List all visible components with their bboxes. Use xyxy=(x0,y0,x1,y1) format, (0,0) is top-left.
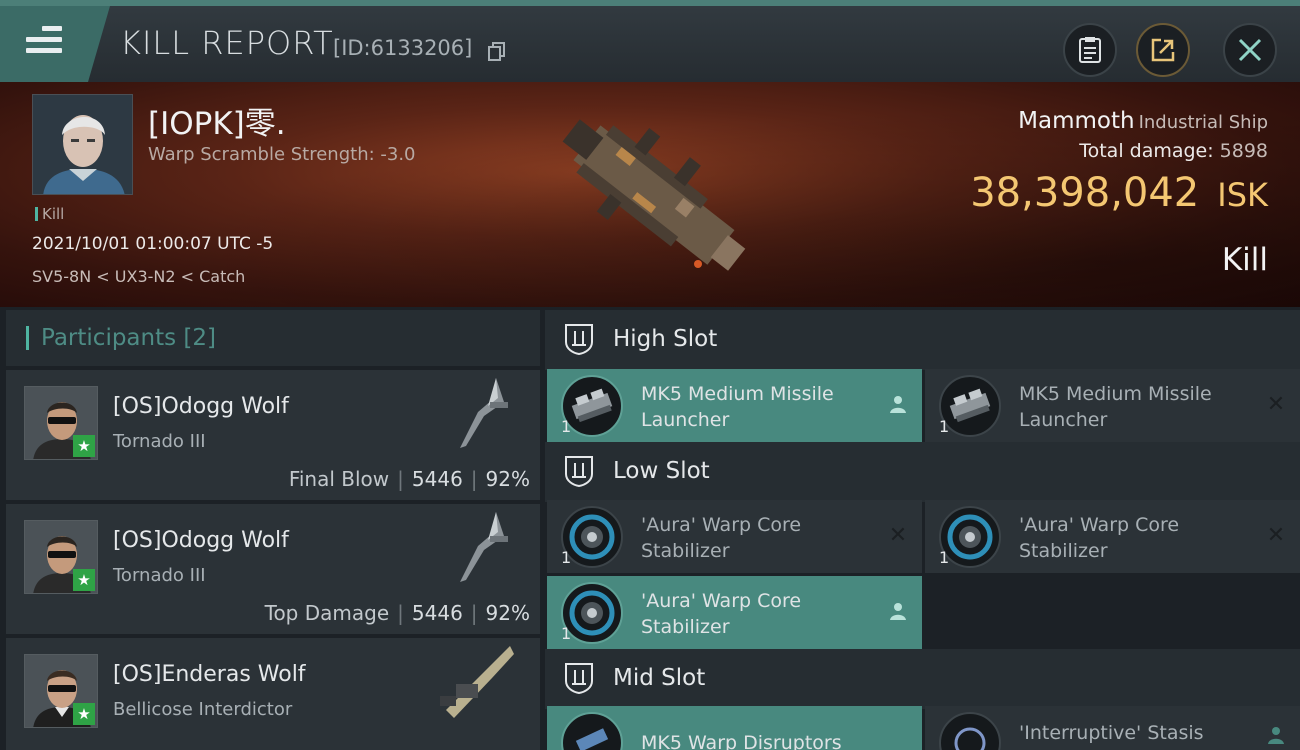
participant-ship: Tornado III xyxy=(113,431,206,452)
participant-row[interactable]: ★ [OS]Odogg Wolf Tornado III Final Blow |… xyxy=(6,366,540,500)
person-icon xyxy=(888,602,908,622)
participant-avatar: ★ xyxy=(24,654,98,728)
low-slot-label: Low Slot xyxy=(613,458,710,484)
participant-ship-image xyxy=(440,646,514,718)
participant-role: Final Blow xyxy=(288,467,390,491)
module-item[interactable]: 'Interruptive' Stasis xyxy=(925,706,1300,750)
star-badge-icon: ★ xyxy=(73,569,95,591)
module-item[interactable]: MK5 Warp Disruptors xyxy=(547,706,922,750)
module-item[interactable]: 1 'Aura' Warp Core Stabilizer ✕ xyxy=(925,500,1300,573)
participant-percent: 92% xyxy=(485,601,530,625)
clipboard-icon xyxy=(1079,37,1101,63)
pilot-avatar-icon xyxy=(33,95,132,194)
mid-slot-header: Mid Slot xyxy=(545,649,1300,709)
result-label: Kill xyxy=(1221,242,1268,278)
star-badge-icon: ★ xyxy=(73,435,95,457)
participant-row[interactable]: ★ [OS]Enderas Wolf Bellicose Interdictor xyxy=(6,634,540,750)
share-button[interactable] xyxy=(1136,23,1190,77)
module-name: MK5 Medium Missile Launcher xyxy=(641,383,834,431)
module-item[interactable]: 1 MK5 Medium Missile Launcher xyxy=(547,369,922,442)
participant-damage: 5446 xyxy=(411,601,463,625)
participant-damage: 5446 xyxy=(411,467,463,491)
kill-summary-banner: [IOPK]零. Warp Scramble Strength: -3.0 Ki… xyxy=(0,82,1300,307)
total-damage: Total damage: 5898 xyxy=(1079,140,1268,162)
star-badge-icon: ★ xyxy=(73,703,95,725)
isk-amount: 38,398,042 xyxy=(970,170,1200,216)
module-quantity: 1 xyxy=(561,417,572,436)
participant-ship-image xyxy=(460,378,508,448)
person-icon xyxy=(1266,726,1286,746)
clipboard-button[interactable] xyxy=(1063,23,1117,77)
page-title: KILL REPORT xyxy=(120,24,334,62)
module-quantity: 1 xyxy=(939,417,950,436)
hamburger-menu-icon xyxy=(26,26,62,56)
warp-scramble-strength: Warp Scramble Strength: -3.0 xyxy=(148,144,416,165)
participants-header: Participants [2] xyxy=(6,310,540,366)
module-name: 'Aura' Warp Core Stabilizer xyxy=(1019,514,1180,562)
module-item[interactable]: 1 'Aura' Warp Core Stabilizer ✕ xyxy=(547,500,922,573)
participant-avatar: ★ xyxy=(24,520,98,594)
participant-stats: Top Damage | 5446 | 92% xyxy=(264,601,530,625)
close-button[interactable] xyxy=(1223,23,1277,77)
high-slot-label: High Slot xyxy=(613,326,718,352)
total-damage-label: Total damage: xyxy=(1079,140,1214,162)
participant-row[interactable]: ★ [OS]Odogg Wolf Tornado III Top Damage |… xyxy=(6,500,540,634)
total-damage-value: 5898 xyxy=(1219,140,1268,162)
victim-ship-name: Mammoth xyxy=(1018,108,1135,134)
module-name: 'Interruptive' Stasis xyxy=(1019,722,1204,744)
mid-slot-icon xyxy=(565,663,593,695)
destroyed-x-icon: ✕ xyxy=(1266,523,1286,548)
victim-pilot-name[interactable]: [IOPK]零. xyxy=(148,98,286,143)
kill-location: SV5-8N < UX3-N2 < Catch xyxy=(32,267,246,286)
high-slot-icon xyxy=(565,324,593,356)
destroyed-x-icon: ✕ xyxy=(888,523,908,548)
participant-avatar: ★ xyxy=(24,386,98,460)
close-icon xyxy=(1238,38,1262,62)
person-icon xyxy=(888,395,908,415)
participant-role: Top Damage xyxy=(264,601,390,625)
participant-ship: Tornado III xyxy=(113,565,206,586)
participant-percent: 92% xyxy=(485,467,530,491)
module-quantity: 1 xyxy=(561,548,572,567)
copy-icon[interactable] xyxy=(488,42,506,62)
kill-datetime: 2021/10/01 01:00:07 UTC -5 xyxy=(32,234,274,254)
module-name: 'Aura' Warp Core Stabilizer xyxy=(641,590,802,638)
module-item[interactable]: 1 'Aura' Warp Core Stabilizer xyxy=(547,576,922,649)
share-icon xyxy=(1151,38,1175,62)
module-name: 'Aura' Warp Core Stabilizer xyxy=(641,514,802,562)
participant-stats: Final Blow | 5446 | 92% xyxy=(288,467,530,491)
participant-name: [OS]Odogg Wolf xyxy=(113,394,289,419)
warp-disruptor-icon xyxy=(561,712,623,750)
participants-title: Participants [2] xyxy=(41,325,216,351)
participant-ship-image xyxy=(460,512,508,582)
stasis-web-icon xyxy=(939,712,1001,750)
low-slot-icon xyxy=(565,456,593,488)
high-slot-header: High Slot xyxy=(545,310,1300,370)
participant-name: [OS]Odogg Wolf xyxy=(113,528,289,553)
isk-unit: ISK xyxy=(1217,176,1268,214)
fitting-panel: High Slot 1 MK5 Medium Missile Launcher … xyxy=(545,310,1300,750)
participants-panel: Participants [2] ★ [OS]Odogg Wolf Tornad… xyxy=(6,310,540,750)
top-bar: KILL REPORT [ID:6133206] xyxy=(0,0,1300,82)
mid-slot-label: Mid Slot xyxy=(613,665,706,691)
module-quantity: 1 xyxy=(561,624,572,643)
kill-tag: Kill xyxy=(35,205,64,223)
module-item[interactable]: 1 MK5 Medium Missile Launcher ✕ xyxy=(925,369,1300,442)
kill-tag-label: Kill xyxy=(42,205,65,223)
module-name: MK5 Warp Disruptors xyxy=(641,732,842,750)
destroyed-x-icon: ✕ xyxy=(1266,392,1286,417)
participant-ship: Bellicose Interdictor xyxy=(113,699,293,720)
participants-accent-bar xyxy=(26,326,29,350)
module-name: MK5 Medium Missile Launcher xyxy=(1019,383,1212,431)
low-slot-header: Low Slot xyxy=(545,442,1300,502)
module-quantity: 1 xyxy=(939,548,950,567)
victim-ship-image xyxy=(562,119,746,271)
victim-ship-class: Industrial Ship xyxy=(1138,112,1268,133)
victim-ship[interactable]: Mammoth Industrial Ship xyxy=(1018,108,1268,134)
isk-value: 38,398,042 ISK xyxy=(970,170,1268,216)
participant-name: [OS]Enderas Wolf xyxy=(113,662,306,687)
report-id: [ID:6133206] xyxy=(333,36,473,60)
menu-button[interactable] xyxy=(0,6,110,82)
victim-portrait[interactable] xyxy=(32,94,133,195)
